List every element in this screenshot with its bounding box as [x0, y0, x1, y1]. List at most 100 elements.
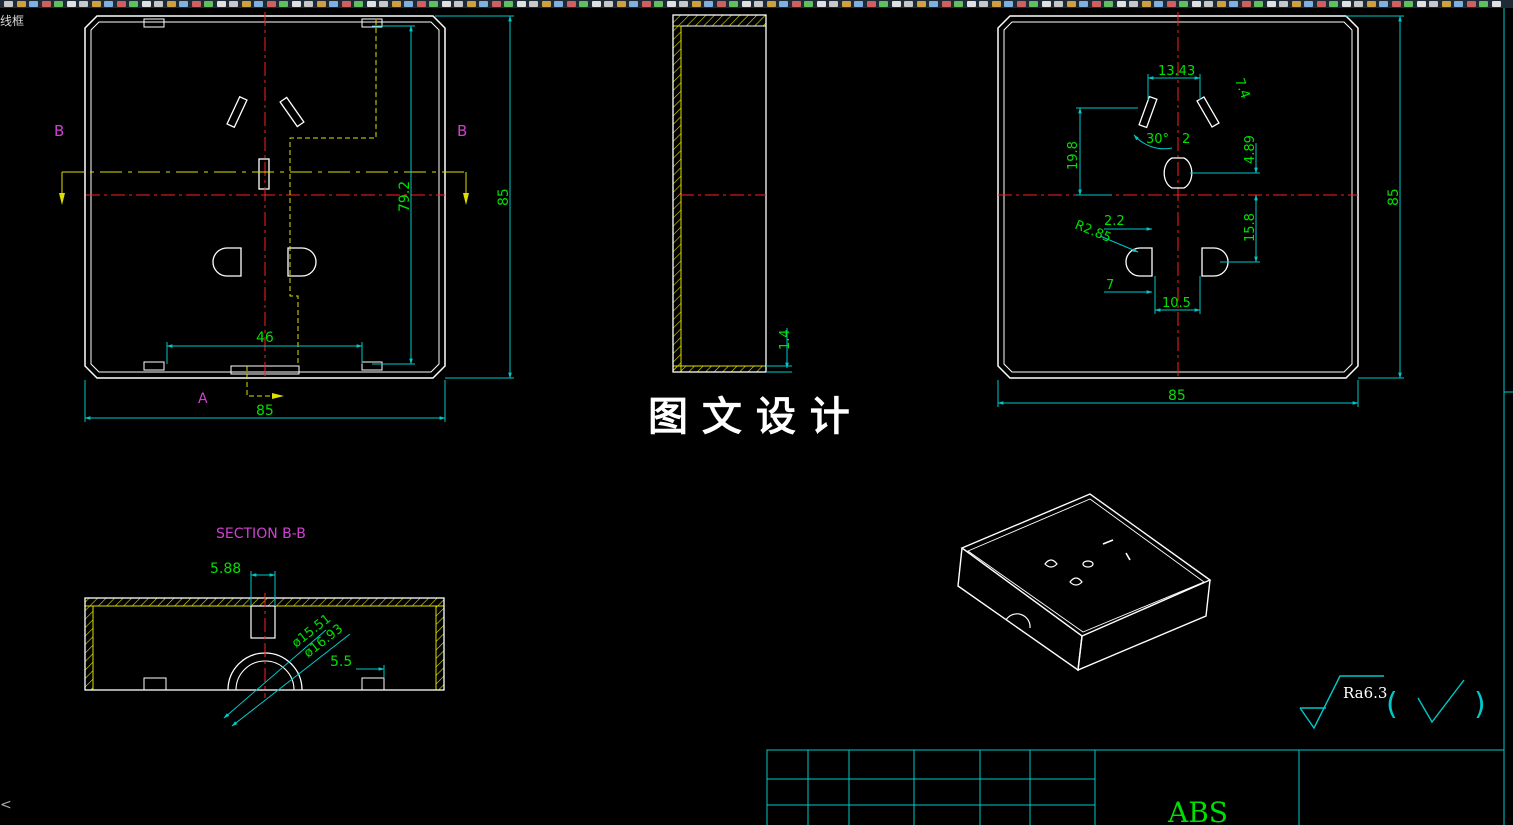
toolbar-button[interactable]	[429, 1, 438, 7]
toolbar-button[interactable]	[29, 1, 38, 7]
toolbar-button[interactable]	[1416, 1, 1426, 7]
toolbar-button[interactable]	[654, 1, 663, 7]
toolbar-button[interactable]	[616, 1, 626, 7]
toolbar-button[interactable]	[1266, 1, 1276, 7]
drawing-canvas[interactable]: B B A 85 46 85 79.2 1.4 85 85 13.43 7.4 …	[0, 8, 1513, 825]
cad-toolbar[interactable]	[0, 0, 1513, 8]
toolbar-button[interactable]	[1241, 1, 1251, 7]
toolbar-button[interactable]	[1441, 1, 1451, 7]
toolbar-button[interactable]	[929, 1, 938, 7]
toolbar-button[interactable]	[841, 1, 851, 7]
toolbar-button[interactable]	[704, 1, 713, 7]
toolbar-button[interactable]	[516, 1, 526, 7]
toolbar-button[interactable]	[966, 1, 976, 7]
toolbar-button[interactable]	[279, 1, 288, 7]
toolbar-button[interactable]	[1329, 1, 1338, 7]
toolbar-button[interactable]	[1029, 1, 1038, 7]
toolbar-button[interactable]	[479, 1, 488, 7]
toolbar-button[interactable]	[141, 1, 151, 7]
toolbar-button[interactable]	[591, 1, 601, 7]
toolbar-button[interactable]	[1379, 1, 1388, 7]
toolbar-button[interactable]	[604, 1, 613, 7]
toolbar-button[interactable]	[554, 1, 563, 7]
toolbar-button[interactable]	[904, 1, 913, 7]
toolbar-button[interactable]	[541, 1, 551, 7]
toolbar-button[interactable]	[1279, 1, 1288, 7]
toolbar-button[interactable]	[216, 1, 226, 7]
toolbar-button[interactable]	[754, 1, 763, 7]
toolbar-button[interactable]	[829, 1, 838, 7]
toolbar-button[interactable]	[679, 1, 688, 7]
toolbar-button[interactable]	[179, 1, 188, 7]
toolbar-button[interactable]	[16, 1, 26, 7]
toolbar-button[interactable]	[1491, 1, 1501, 7]
toolbar-button[interactable]	[1291, 1, 1301, 7]
toolbar-button[interactable]	[304, 1, 313, 7]
toolbar-button[interactable]	[666, 1, 676, 7]
toolbar-button[interactable]	[816, 1, 826, 7]
toolbar-button[interactable]	[466, 1, 476, 7]
toolbar-button[interactable]	[1304, 1, 1313, 7]
toolbar-button[interactable]	[1454, 1, 1463, 7]
toolbar-button[interactable]	[1104, 1, 1113, 7]
toolbar-button[interactable]	[316, 1, 326, 7]
toolbar-button[interactable]	[166, 1, 176, 7]
toolbar-button[interactable]	[366, 1, 376, 7]
toolbar-button[interactable]	[266, 1, 276, 7]
toolbar-button[interactable]	[354, 1, 363, 7]
toolbar-button[interactable]	[441, 1, 451, 7]
toolbar-button[interactable]	[716, 1, 726, 7]
toolbar-button[interactable]	[879, 1, 888, 7]
toolbar-button[interactable]	[329, 1, 338, 7]
toolbar-button[interactable]	[1191, 1, 1201, 7]
toolbar-button[interactable]	[1066, 1, 1076, 7]
toolbar-button[interactable]	[1429, 1, 1438, 7]
toolbar-button[interactable]	[579, 1, 588, 7]
toolbar-button[interactable]	[854, 1, 863, 7]
toolbar-button[interactable]	[454, 1, 463, 7]
toolbar-button[interactable]	[1229, 1, 1238, 7]
toolbar-button[interactable]	[1316, 1, 1326, 7]
toolbar-button[interactable]	[804, 1, 813, 7]
toolbar-button[interactable]	[1016, 1, 1026, 7]
toolbar-button[interactable]	[504, 1, 513, 7]
toolbar-button[interactable]	[341, 1, 351, 7]
toolbar-button[interactable]	[1079, 1, 1088, 7]
toolbar-button[interactable]	[741, 1, 751, 7]
toolbar-button[interactable]	[1154, 1, 1163, 7]
toolbar-button[interactable]	[416, 1, 426, 7]
toolbar-button[interactable]	[1216, 1, 1226, 7]
toolbar-button[interactable]	[641, 1, 651, 7]
toolbar-button[interactable]	[404, 1, 413, 7]
toolbar-button[interactable]	[4, 1, 13, 7]
toolbar-button[interactable]	[1354, 1, 1363, 7]
toolbar-button[interactable]	[291, 1, 301, 7]
toolbar-button[interactable]	[154, 1, 163, 7]
toolbar-button[interactable]	[766, 1, 776, 7]
toolbar-button[interactable]	[1366, 1, 1376, 7]
toolbar-button[interactable]	[91, 1, 101, 7]
toolbar-button[interactable]	[729, 1, 738, 7]
toolbar-button[interactable]	[391, 1, 401, 7]
toolbar-button[interactable]	[1466, 1, 1476, 7]
toolbar-button[interactable]	[1091, 1, 1101, 7]
toolbar-button[interactable]	[629, 1, 638, 7]
toolbar-button[interactable]	[66, 1, 76, 7]
toolbar-button[interactable]	[229, 1, 238, 7]
toolbar-button[interactable]	[379, 1, 388, 7]
toolbar-button[interactable]	[104, 1, 113, 7]
toolbar-button[interactable]	[54, 1, 63, 7]
toolbar-button[interactable]	[79, 1, 88, 7]
toolbar-button[interactable]	[779, 1, 788, 7]
toolbar-button[interactable]	[1179, 1, 1188, 7]
toolbar-button[interactable]	[979, 1, 988, 7]
toolbar-button[interactable]	[1054, 1, 1063, 7]
toolbar-button[interactable]	[954, 1, 963, 7]
toolbar-button[interactable]	[1129, 1, 1138, 7]
toolbar-button[interactable]	[941, 1, 951, 7]
toolbar-button[interactable]	[891, 1, 901, 7]
toolbar-button[interactable]	[204, 1, 213, 7]
toolbar-button[interactable]	[1166, 1, 1176, 7]
toolbar-button[interactable]	[566, 1, 576, 7]
toolbar-button[interactable]	[491, 1, 501, 7]
